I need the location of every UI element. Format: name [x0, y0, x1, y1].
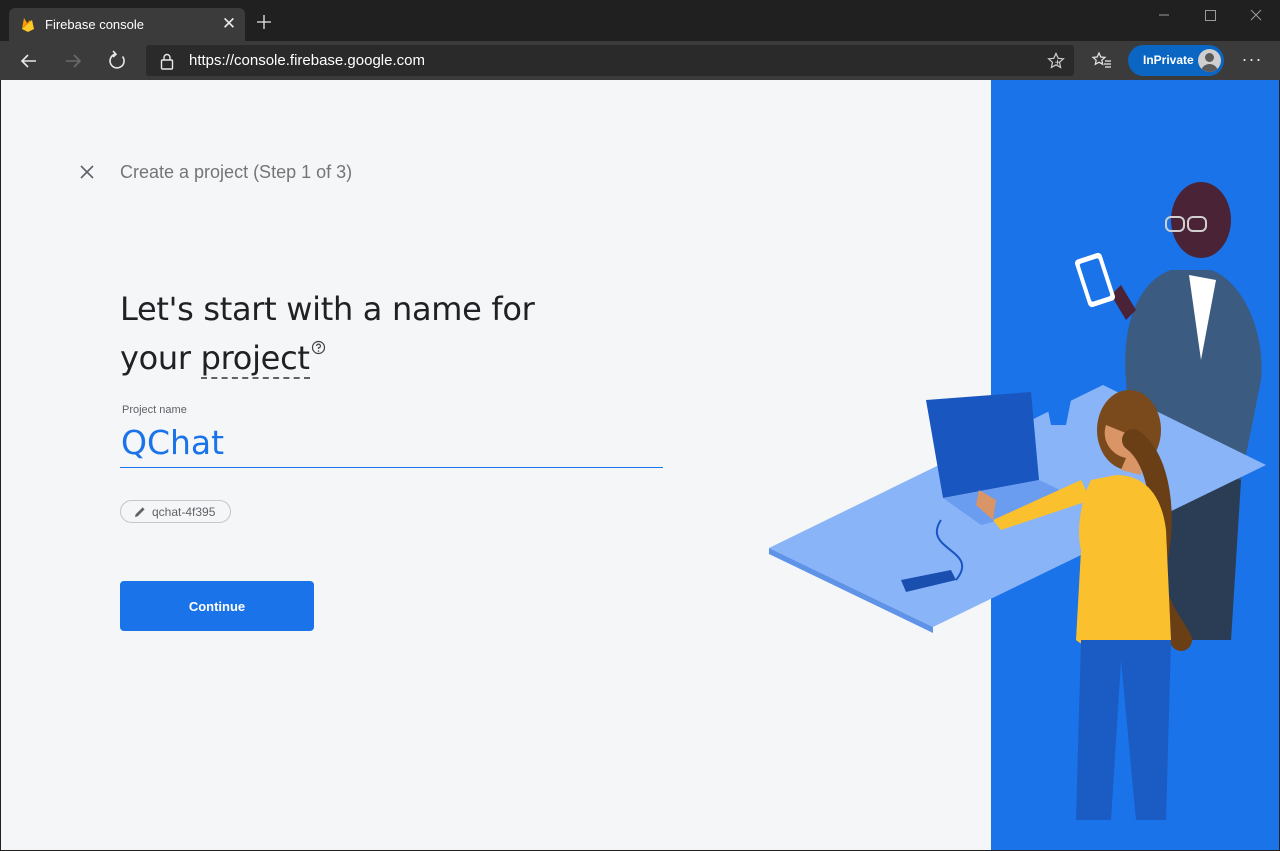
project-name-label: Project name — [122, 404, 187, 416]
step-title: Create a project (Step 1 of 3) — [120, 162, 353, 182]
url-scheme: https:// — [189, 52, 235, 69]
favorites-list-icon[interactable] — [1088, 47, 1116, 75]
window-close-icon[interactable] — [1233, 0, 1279, 30]
url-host: console.firebase.google.com — [234, 52, 425, 69]
project-id-text: qchat-4f395 — [152, 505, 216, 519]
inprivate-label: InPrivate — [1143, 53, 1194, 67]
help-icon[interactable] — [311, 340, 326, 355]
project-term-link[interactable]: project — [200, 339, 310, 379]
lock-icon — [160, 53, 174, 70]
tab-title: Firebase console — [45, 17, 144, 32]
forward-arrow-icon[interactable] — [59, 47, 87, 75]
continue-button[interactable]: Continue — [120, 581, 314, 631]
favorite-star-icon[interactable] — [1046, 51, 1066, 71]
project-id-chip[interactable]: qchat-4f395 — [120, 500, 231, 523]
back-arrow-icon[interactable] — [15, 47, 43, 75]
close-icon[interactable] — [77, 162, 97, 182]
pencil-icon — [135, 507, 145, 517]
address-bar[interactable]: https://console.firebase.google.com — [146, 45, 1074, 76]
page-heading: Let's start with a name for your project — [120, 285, 580, 383]
firebase-create-project-page: Create a project (Step 1 of 3) Let's sta… — [1, 80, 1279, 850]
browser-titlebar: Firebase console ✕ — [0, 0, 1280, 41]
tab-close-icon[interactable]: ✕ — [219, 14, 239, 34]
inprivate-badge[interactable]: InPrivate — [1128, 45, 1224, 76]
url-text: https://console.firebase.google.com — [189, 52, 425, 69]
person-icon — [1201, 53, 1218, 72]
heading-line-2-start: your — [120, 339, 191, 377]
minimize-icon[interactable] — [1141, 0, 1187, 30]
illustration — [769, 80, 1279, 850]
new-tab-icon[interactable] — [254, 12, 274, 32]
profile-avatar — [1198, 49, 1221, 72]
more-menu-icon[interactable]: ··· — [1240, 47, 1264, 75]
browser-toolbar: https://console.firebase.google.com InPr… — [0, 41, 1280, 80]
refresh-icon[interactable] — [103, 47, 131, 75]
project-name-input[interactable] — [120, 418, 663, 468]
firebase-flame-icon — [22, 18, 34, 32]
maximize-icon[interactable] — [1187, 0, 1233, 30]
browser-tab[interactable]: Firebase console ✕ — [9, 8, 245, 41]
heading-line-1: Let's start with a name for — [120, 290, 535, 328]
